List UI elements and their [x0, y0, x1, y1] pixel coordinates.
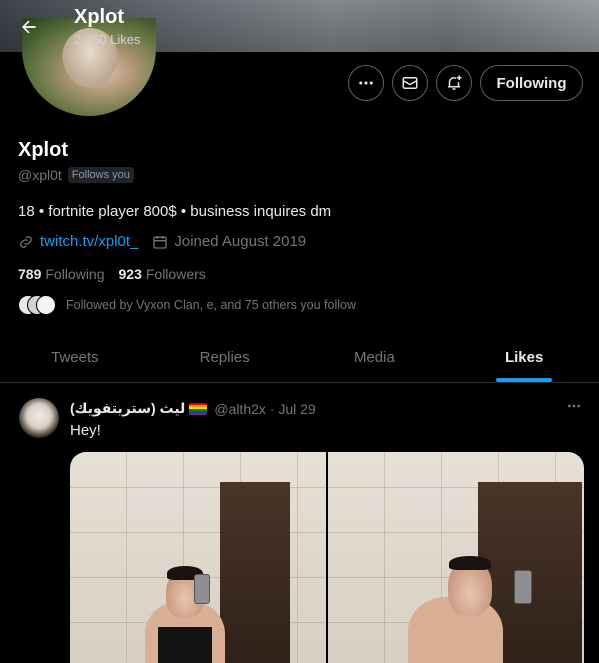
- profile-link[interactable]: twitch.tv/xpl0t_: [40, 233, 138, 250]
- tweet-media: [70, 452, 584, 663]
- following-button[interactable]: Following: [480, 65, 583, 101]
- tweet-author-avatar[interactable]: [19, 398, 59, 438]
- phone: [514, 570, 532, 604]
- back-button[interactable]: [12, 10, 46, 44]
- mail-icon: [402, 77, 418, 89]
- following-label: Following: [45, 266, 105, 282]
- clothing: [158, 627, 212, 663]
- link-icon: [20, 235, 32, 248]
- tweet-photo-2[interactable]: [328, 452, 584, 663]
- calendar-icon: [153, 235, 168, 249]
- hair: [449, 556, 491, 570]
- profile-meta: twitch.tv/xpl0t_ Joined August 2019: [18, 233, 306, 250]
- profile-bio: 18 • fortnite player 800$ • business inq…: [18, 203, 332, 220]
- door: [220, 482, 290, 663]
- tweet-more-button[interactable]: [562, 396, 586, 416]
- follow-stats: 789 Following 923 Followers: [18, 266, 206, 282]
- following-stat[interactable]: 789 Following: [18, 266, 105, 282]
- notifications-button[interactable]: [436, 65, 472, 101]
- handle-row: @xpl0t Follows you: [18, 167, 134, 183]
- followers-you-know-avatars: [18, 295, 56, 315]
- followers-count: 923: [118, 266, 142, 282]
- tab-likes[interactable]: Likes: [449, 333, 599, 382]
- ellipsis-icon: [359, 81, 373, 85]
- profile-tabs: Tweets Replies Media Likes: [0, 333, 599, 383]
- tweet-header: ليث (ستريتفويك) @alth2x · Jul 29: [70, 400, 316, 417]
- message-button[interactable]: [392, 65, 428, 101]
- avatar: [36, 295, 56, 315]
- tweet[interactable]: ليث (ستريتفويك) @alth2x · Jul 29 Hey!: [0, 384, 599, 663]
- tweet-text: Hey!: [70, 422, 101, 439]
- profile-handle: @xpl0t: [18, 167, 62, 183]
- profile-name: Xplot: [18, 139, 68, 161]
- joined-date: Joined August 2019: [174, 233, 307, 250]
- tab-tweets[interactable]: Tweets: [0, 333, 150, 382]
- rainbow-flag-icon: [189, 402, 208, 415]
- tweet-photo-1[interactable]: [70, 452, 326, 663]
- tab-replies[interactable]: Replies: [150, 333, 300, 382]
- tweet-author-name[interactable]: ليث (ستريتفويك): [70, 400, 185, 417]
- followed-by-text: Followed by Vyxon Clan, e, and 75 others…: [66, 298, 356, 312]
- tab-media[interactable]: Media: [300, 333, 450, 382]
- phone: [194, 574, 210, 604]
- header-title: Xplot 2,250 Likes: [74, 6, 141, 47]
- more-button[interactable]: [348, 65, 384, 101]
- followed-by-row[interactable]: Followed by Vyxon Clan, e, and 75 others…: [18, 295, 356, 315]
- follows-you-badge: Follows you: [67, 167, 134, 183]
- ellipsis-icon: [568, 404, 580, 408]
- following-count: 789: [18, 266, 42, 282]
- followers-label: Followers: [145, 266, 206, 282]
- arrow-left-icon: [22, 20, 36, 34]
- header-likes-count: 2,250 Likes: [74, 32, 141, 47]
- header-name: Xplot: [74, 6, 124, 28]
- tweet-handle-date[interactable]: @alth2x · Jul 29: [214, 401, 315, 417]
- bell-plus-icon: [448, 75, 462, 90]
- followers-stat[interactable]: 923 Followers: [119, 266, 206, 282]
